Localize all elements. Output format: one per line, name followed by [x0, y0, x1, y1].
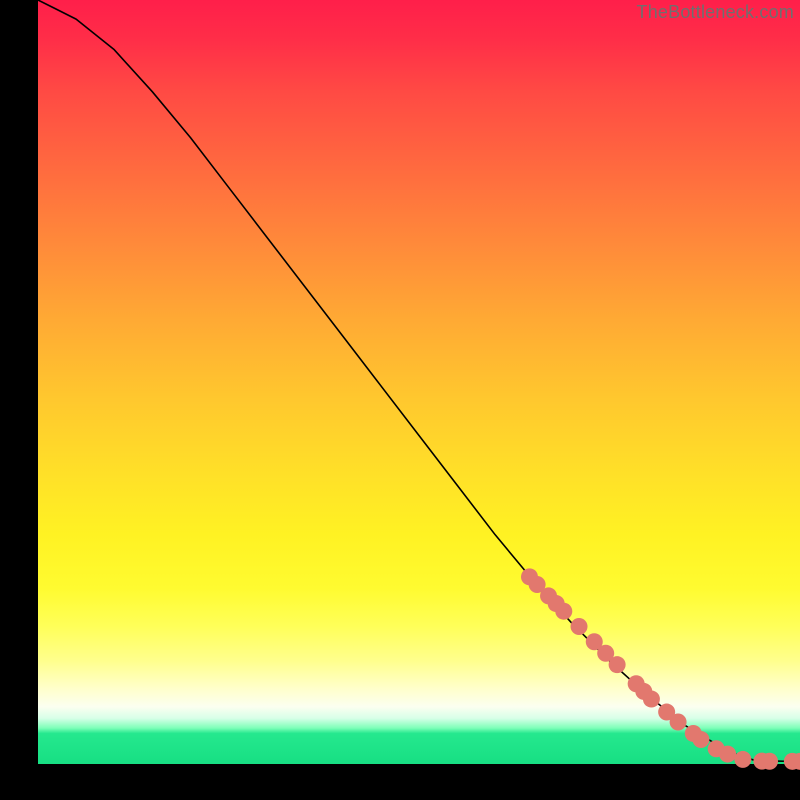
- chart-svg: [38, 0, 800, 764]
- data-point-marker: [692, 731, 709, 748]
- data-point-marker: [643, 691, 660, 708]
- data-point-marker: [571, 618, 588, 635]
- attribution-text: TheBottleneck.com: [637, 2, 794, 23]
- data-point-marker: [719, 746, 736, 763]
- data-point-marker: [761, 753, 778, 770]
- plot-area: [38, 0, 800, 764]
- data-point-marker: [609, 656, 626, 673]
- chart-stage: TheBottleneck.com: [0, 0, 800, 800]
- data-point-marker: [734, 751, 751, 768]
- curve-line: [38, 0, 800, 761]
- data-point-marker: [555, 603, 572, 620]
- data-point-marker: [670, 713, 687, 730]
- marker-group: [521, 568, 800, 770]
